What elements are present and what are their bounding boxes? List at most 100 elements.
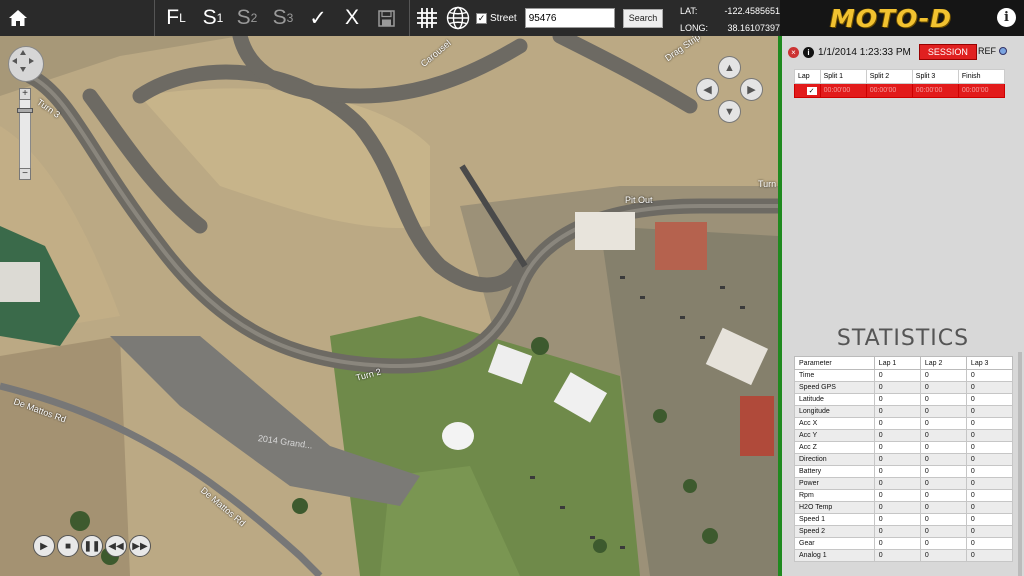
lap2-value-cell: 0 — [919, 381, 967, 394]
lap3-value-cell: 0 — [965, 489, 1014, 502]
ref-toggle[interactable]: REF — [978, 46, 1007, 56]
search-button[interactable]: Search — [622, 8, 664, 28]
home-button[interactable] — [0, 0, 36, 36]
parameter-cell: H2O Temp — [794, 501, 875, 514]
lap1-header: Lap 1 — [873, 356, 921, 370]
parameter-cell: Analog 1 — [794, 549, 875, 562]
map-label-turn: Turn — [758, 179, 777, 189]
close-icon[interactable]: × — [788, 46, 799, 58]
stop-button[interactable]: ■ — [57, 535, 79, 557]
moto-d-logo: MOTO-D — [829, 3, 953, 33]
info-icon[interactable]: i — [803, 46, 814, 58]
lap1-value-cell: 0 — [873, 489, 921, 502]
search-input[interactable] — [524, 8, 615, 28]
pan-arrows-icon — [12, 50, 34, 72]
lap3-value-cell: 0 — [965, 441, 1014, 454]
fast-forward-button[interactable]: ▶▶ — [129, 535, 151, 557]
zoom-slider-thumb[interactable] — [17, 108, 33, 113]
nav-left-button[interactable]: ◀ — [696, 78, 719, 101]
lap2-value-cell: 0 — [919, 525, 967, 538]
parameter-header: Parameter — [794, 356, 875, 370]
nav-right-button[interactable]: ▶ — [740, 78, 763, 101]
lap3-value-cell: 0 — [965, 465, 1014, 478]
split3-sub: 3 — [286, 11, 294, 25]
brand-header: MOTO-D i — [780, 0, 1024, 36]
parameter-cell: Speed 1 — [794, 513, 875, 526]
finish-line-sub: L — [179, 11, 186, 25]
statistics-body: Time 0 0 0 Speed GPS 0 0 0 Latitude 0 0 0 Longitude 0… — [794, 369, 1014, 562]
lap3-value-cell: 0 — [965, 477, 1014, 490]
statistics-row: Battery 0 0 0 — [794, 465, 1014, 478]
split3-label: S — [272, 6, 287, 29]
split2-button[interactable]: S2 — [229, 0, 265, 36]
split3-button[interactable]: S3 — [265, 0, 301, 36]
rewind-button[interactable]: ◀◀ — [105, 535, 127, 557]
zoom-out-button[interactable]: − — [19, 168, 31, 180]
cancel-button[interactable]: X — [335, 0, 369, 36]
home-icon — [9, 10, 27, 26]
confirm-button[interactable]: ✓ — [301, 0, 335, 36]
lat-label: LAT: — [680, 6, 698, 16]
lap2-value-cell: 0 — [919, 489, 967, 502]
lap2-value-cell: 0 — [919, 477, 967, 490]
arrow-down-icon: ▼ — [724, 105, 735, 118]
globe-button[interactable] — [444, 0, 472, 36]
lap1-value-cell: 0 — [873, 465, 921, 478]
play-button[interactable]: ▶ — [33, 535, 55, 557]
grid-icon — [417, 8, 437, 28]
finish-line-button[interactable]: FL — [155, 0, 197, 36]
statistics-row: Direction 0 0 0 — [794, 453, 1014, 466]
statistics-row: Time 0 0 0 — [794, 369, 1014, 382]
split3-cell: 00:00'00 — [911, 83, 959, 98]
nav-up-button[interactable]: ▲ — [718, 56, 741, 79]
lap3-value-cell: 0 — [965, 537, 1014, 550]
ref-radio[interactable] — [999, 47, 1007, 55]
finish-cell: 00:00'00 — [957, 83, 1006, 98]
fast-forward-icon: ▶▶ — [132, 540, 148, 552]
statistics-row: Analog 1000 — [794, 549, 1014, 562]
split2-header: Split 2 — [865, 69, 913, 84]
statistics-row: Acc X000 — [794, 417, 1014, 430]
session-datetime: 1/1/2014 1:23:33 PM — [818, 46, 911, 58]
statistics-scrollbar[interactable] — [1018, 352, 1022, 576]
info-button[interactable]: i — [997, 8, 1016, 27]
session-button[interactable]: SESSION — [918, 44, 977, 60]
stop-icon: ■ — [64, 540, 72, 552]
satellite-map[interactable]: Turn 3 Carousel Drag Strip Pit Out Turn … — [0, 36, 778, 576]
lap1-value-cell: 0 — [873, 417, 921, 430]
arrow-right-icon: ▶ — [747, 84, 756, 96]
check-icon: ✓ — [309, 6, 327, 30]
lap1-value-cell: 0 — [873, 453, 921, 466]
lap1-value-cell: 0 — [873, 501, 921, 514]
lap2-value-cell: 0 — [919, 441, 967, 454]
grid-toggle-button[interactable] — [410, 0, 444, 36]
street-toggle[interactable]: ✓ Street — [476, 12, 517, 24]
lap1-value-cell: 0 — [873, 477, 921, 490]
lap-row[interactable]: ✓ 00:00'00 00:00'00 00:00'00 00:00'00 — [794, 83, 1006, 98]
zoom-in-button[interactable]: + — [19, 88, 31, 100]
statistics-row: Longitude 0 0 0 — [794, 405, 1014, 418]
lap3-value-cell: 0 — [965, 381, 1014, 394]
lap3-value-cell: 0 — [965, 525, 1014, 538]
pan-control[interactable] — [8, 46, 44, 82]
lap1-value-cell: 0 — [873, 429, 921, 442]
parameter-cell: Gear — [794, 537, 875, 550]
statistics-title: STATISTICS — [836, 326, 970, 351]
parameter-cell: Battery — [794, 465, 875, 478]
lap-cell[interactable]: ✓ — [794, 83, 821, 98]
nav-down-button[interactable]: ▼ — [718, 100, 741, 123]
statistics-row: Rpm 0 0 0 — [794, 489, 1014, 502]
lap-checkbox[interactable]: ✓ — [806, 86, 817, 95]
parameter-cell: Longitude — [794, 405, 875, 418]
parameter-cell: Latitude — [794, 393, 875, 406]
pause-button[interactable]: ❚❚ — [81, 535, 103, 557]
rewind-icon: ◀◀ — [108, 540, 124, 552]
split1-button[interactable]: S1 — [197, 0, 229, 36]
street-checkbox[interactable]: ✓ — [476, 12, 487, 24]
save-button[interactable] — [369, 0, 403, 36]
long-label: LONG: — [680, 23, 709, 33]
split1-label: S — [202, 6, 217, 29]
lap3-value-cell: 0 — [965, 453, 1014, 466]
statistics-row: Gear 0 0 0 — [794, 537, 1014, 550]
lap3-value-cell: 0 — [965, 549, 1014, 562]
